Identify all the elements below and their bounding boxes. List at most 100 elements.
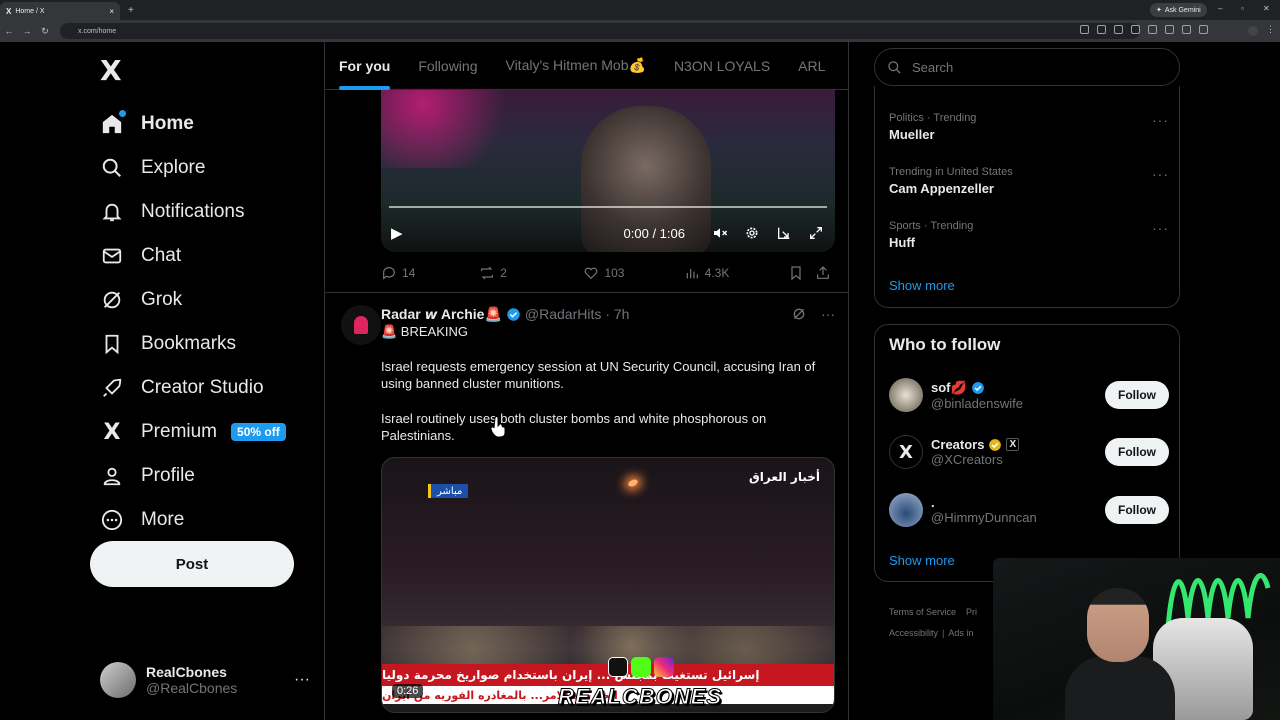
ask-gemini-button[interactable]: ✦ Ask Gemini (1150, 3, 1207, 17)
download-icon[interactable] (1199, 25, 1208, 34)
video-player[interactable]: ▶ 0:00 / 1:06 (381, 88, 835, 252)
nav-home[interactable]: Home (100, 104, 194, 144)
sidepanel-icon[interactable] (1182, 25, 1191, 34)
x-icon: X (103, 419, 121, 445)
follow-button[interactable]: Follow (1105, 496, 1169, 524)
nav-more[interactable]: More (100, 500, 184, 540)
verified-badge-icon (971, 381, 984, 394)
profile-avatar-icon[interactable] (1248, 26, 1258, 36)
video-progress-bar[interactable] (389, 206, 827, 208)
tab-close-icon[interactable]: × (109, 7, 114, 16)
tab-list[interactable]: ARL (784, 42, 839, 90)
video-frame (627, 478, 639, 488)
tab-list[interactable]: N3ON LOYALS (660, 42, 784, 90)
new-tab-button[interactable]: + (128, 5, 134, 16)
browser-menu-icon[interactable]: ⋮ (1266, 24, 1275, 35)
footer-link[interactable]: Terms of Service (889, 607, 956, 617)
tab-for-you[interactable]: For you (325, 42, 404, 90)
search-input[interactable]: Search (874, 48, 1180, 86)
window-close-icon[interactable]: ✕ (1263, 4, 1270, 13)
account-switcher[interactable]: RealCbones @RealCbones ··· (100, 660, 310, 700)
forward-icon[interactable]: → (18, 26, 36, 36)
follow-suggestion[interactable]: . @HimmyDunncan Follow (889, 490, 1169, 530)
nav-creator-studio[interactable]: Creator Studio (100, 368, 264, 408)
extension-icon[interactable] (1148, 25, 1157, 34)
tab-following[interactable]: Following (404, 42, 491, 90)
x-logo-icon: X (889, 435, 923, 469)
pip-icon[interactable] (775, 224, 793, 242)
bookmark-button[interactable] (788, 265, 816, 281)
minimize-icon[interactable]: – (1218, 4, 1222, 13)
tab-list[interactable]: Vitaly's Hitmen Mob💰 (491, 42, 659, 90)
nav-grok[interactable]: Grok (100, 280, 182, 320)
video-controls: ▶ 0:00 / 1:06 (381, 218, 835, 248)
cast-icon[interactable] (1080, 25, 1089, 34)
maximize-icon[interactable]: ▫ (1241, 4, 1244, 13)
grok-icon[interactable] (791, 306, 807, 322)
footer-link[interactable]: Accessibility (889, 628, 938, 638)
nav-chat[interactable]: Chat (100, 236, 181, 276)
footer-link[interactable]: Ads in (948, 628, 973, 638)
footer-separator: | (942, 628, 945, 638)
settings-gear-icon[interactable] (743, 224, 761, 242)
video-player[interactable]: مباشر أخبار العراق إسرائيل تستغيث بمجلس … (381, 457, 835, 713)
post-button[interactable]: Post (90, 541, 294, 587)
repost-count: 2 (500, 266, 507, 280)
avatar[interactable] (341, 305, 381, 345)
feed-tabs: For you Following Vitaly's Hitmen Mob💰 N… (325, 42, 848, 90)
trend-item[interactable]: Politics · Trending Mueller ··· (889, 112, 1169, 142)
affiliate-x-icon: X (1006, 438, 1020, 451)
account-name: RealCbones (146, 664, 227, 680)
like-button[interactable]: 103 (583, 265, 683, 281)
kick-icon (631, 657, 651, 677)
follow-button[interactable]: Follow (1105, 438, 1169, 466)
user-name-row: Creators X (931, 437, 1020, 452)
follow-suggestion[interactable]: sof💋 @binladenswife Follow (889, 375, 1169, 415)
share-button[interactable] (815, 265, 835, 281)
more-icon[interactable]: ··· (1152, 220, 1169, 236)
tweet-author-name[interactable]: Radar 𝙬 Archie🚨 (381, 306, 502, 323)
trend-item[interactable]: Trending in United States Cam Appenzelle… (889, 166, 1169, 196)
footer-link[interactable]: Pri (966, 607, 977, 617)
fullscreen-icon[interactable] (807, 224, 825, 242)
trend-item[interactable]: Sports · Trending Huff ··· (889, 220, 1169, 250)
star-icon[interactable] (1114, 25, 1123, 34)
url-field[interactable]: x.com/home (60, 23, 1140, 39)
extension-icon[interactable] (1131, 25, 1140, 34)
channel-logo: أخبار العراق (749, 470, 820, 484)
reply-button[interactable]: 14 (381, 265, 479, 281)
share-icon (817, 266, 830, 279)
more-icon[interactable]: ··· (1152, 112, 1169, 128)
tab-list[interactable]: C (839, 42, 848, 90)
trend-name: Mueller (889, 127, 935, 142)
nav-bookmarks[interactable]: Bookmarks (100, 324, 236, 364)
puzzle-icon[interactable] (1165, 25, 1174, 34)
who-to-follow-panel: Who to follow sof💋 @binladenswife Follow… (874, 324, 1180, 582)
home-icon (100, 110, 126, 136)
tweet-author-handle[interactable]: @RadarHits (525, 306, 601, 322)
nav-explore[interactable]: Explore (100, 148, 205, 188)
more-icon[interactable]: ··· (294, 671, 310, 689)
tweet-time[interactable]: · 7h (605, 306, 629, 322)
x-logo-icon[interactable]: X (100, 54, 122, 87)
zoom-icon[interactable] (1097, 25, 1106, 34)
back-icon[interactable]: ← (0, 26, 18, 36)
reload-icon[interactable]: ↻ (36, 26, 54, 37)
nav-profile[interactable]: Profile (100, 456, 195, 496)
nav-notifications[interactable]: Notifications (100, 192, 245, 232)
play-icon[interactable]: ▶ (391, 224, 403, 242)
nav-premium[interactable]: X Premium 50% off (100, 412, 286, 452)
follow-suggestion[interactable]: X Creators X @XCreators Follow (889, 432, 1169, 472)
heart-icon (585, 267, 598, 280)
mute-icon[interactable] (711, 224, 729, 242)
more-icon[interactable]: ··· (1152, 166, 1169, 182)
repost-button[interactable]: 2 (479, 265, 583, 281)
rocket-icon (100, 376, 124, 400)
browser-tab[interactable]: X Home / X × (0, 2, 120, 20)
views-button[interactable]: 4.3K (684, 265, 788, 281)
tweet-more-icon[interactable]: ··· (821, 306, 835, 322)
follow-button[interactable]: Follow (1105, 381, 1169, 409)
trends-show-more-link[interactable]: Show more (889, 278, 955, 293)
who-to-follow-show-more-link[interactable]: Show more (889, 553, 955, 568)
nav-label: Home (141, 113, 194, 134)
